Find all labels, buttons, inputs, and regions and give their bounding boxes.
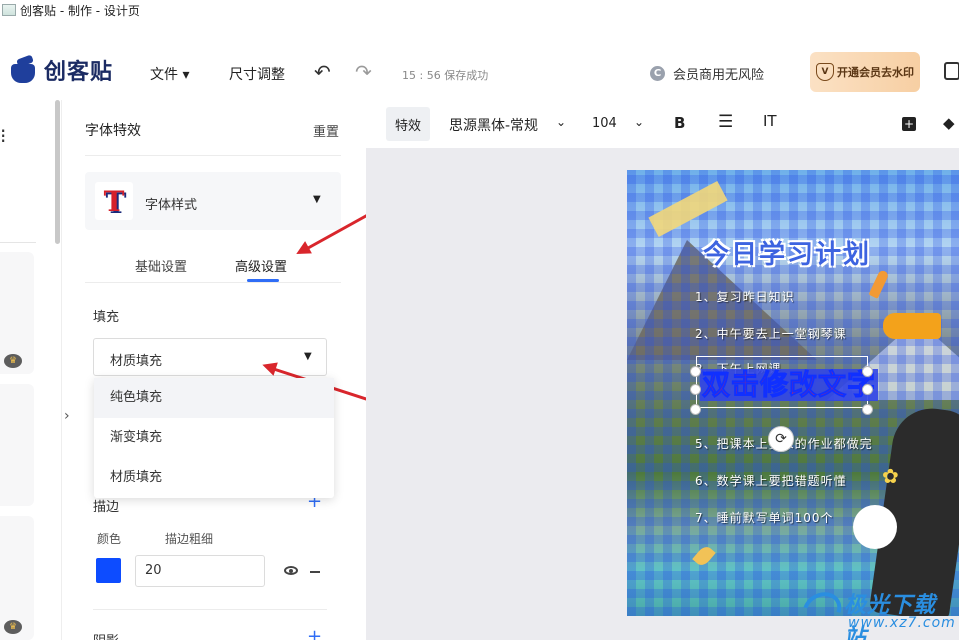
fill-type-dropdown: 纯色填充 渐变填充 材质填充 xyxy=(94,378,334,498)
design-canvas[interactable]: 今日学习计划 1、复习昨日知识 2、中午要去上一堂钢琴课 3、下午上网课 5、把… xyxy=(366,148,959,640)
fill-section-label: 填充 xyxy=(93,310,120,325)
watermark-url: www.xz7.com xyxy=(848,615,956,631)
rotate-icon[interactable]: ⟳ xyxy=(768,426,794,452)
undo-icon[interactable]: ↶ xyxy=(314,62,331,82)
font-size-select[interactable]: 104 xyxy=(592,116,617,131)
resize-handle[interactable] xyxy=(862,384,873,395)
window-title: 创客贴 - 制作 - 设计页 xyxy=(20,3,140,18)
template-thumbnail[interactable] xyxy=(0,384,34,506)
logo-icon xyxy=(8,54,40,85)
panel-divider xyxy=(85,155,341,156)
tab-advanced-settings[interactable]: 高级设置 xyxy=(235,256,287,275)
template-thumbnail[interactable]: ♛ xyxy=(0,516,34,640)
effect-button[interactable]: 特效 xyxy=(386,107,430,141)
fill-option-texture[interactable]: 材质填充 xyxy=(94,458,334,498)
layers-icon[interactable]: ◆ xyxy=(943,114,955,132)
poster-title[interactable]: 今日学习计划 xyxy=(703,234,871,271)
text-effect-panel: 字体特效 重置 T 字体样式 ▼ 基础设置 高级设置 填充 材质填充 ▼ 纯色填… xyxy=(70,100,366,640)
plan-item[interactable]: 6、数学课上要把错题听懂 xyxy=(695,472,847,489)
site-watermark: 极光下载站 www.xz7.com xyxy=(796,585,956,640)
app-window-icon xyxy=(2,4,16,16)
font-family-select[interactable]: 思源黑体-常规 xyxy=(449,115,538,135)
add-layer-icon[interactable]: + xyxy=(902,117,916,131)
fill-type-select[interactable]: 材质填充 ▼ xyxy=(93,338,327,376)
stroke-color-swatch[interactable] xyxy=(96,558,121,583)
strip-scrollbar[interactable] xyxy=(55,100,60,244)
font-style-thumbnail: T xyxy=(95,182,133,220)
strip-divider xyxy=(0,242,36,243)
align-center-icon[interactable]: ☰ xyxy=(718,112,733,132)
resize-handle[interactable] xyxy=(862,366,873,377)
tab-basic-settings[interactable]: 基础设置 xyxy=(135,256,187,275)
chevron-down-icon[interactable]: ⌄ xyxy=(556,115,566,129)
shadow-section-label: 阴影 xyxy=(93,630,119,640)
fill-option-solid[interactable]: 纯色填充 xyxy=(94,378,334,418)
stroke-width-input[interactable]: 20 xyxy=(135,555,265,587)
tab-divider xyxy=(85,282,341,283)
section-divider xyxy=(93,609,327,610)
window-titlebar: 创客贴 - 制作 - 设计页 xyxy=(0,0,959,20)
plan-item[interactable]: 2、中午要去上一堂钢琴课 xyxy=(695,325,847,342)
plan-item[interactable]: 1、复习昨日知识 xyxy=(695,288,795,305)
caret-down-icon: ▼ xyxy=(304,351,312,362)
fill-select-value: 材质填充 xyxy=(110,354,163,369)
watermark-brand: 极光下载站 xyxy=(844,593,937,640)
add-shadow-plus-icon[interactable]: + xyxy=(307,626,322,640)
font-style-label: 字体样式 xyxy=(145,198,198,213)
resize-handle[interactable] xyxy=(690,404,701,415)
pointing-hand-sticker xyxy=(883,313,941,339)
text-toolbar: 特效 思源黑体-常规 ⌄ 104 ⌄ B ☰ IT + ◆ xyxy=(366,100,959,148)
redo-icon[interactable]: ↷ xyxy=(355,62,372,82)
member-note-label: 会员商用无风险 xyxy=(673,68,765,83)
remove-stroke-minus-icon[interactable] xyxy=(310,571,320,573)
vip-icon: V xyxy=(816,63,834,81)
stroke-section-label: 描边 xyxy=(93,500,120,515)
plan-item[interactable]: 7、睡前默写单词100个 xyxy=(695,509,834,526)
resize-handle[interactable] xyxy=(690,366,701,377)
menu-file[interactable]: 文件 ▾ xyxy=(150,64,189,84)
star-sticker: ✿ xyxy=(882,464,899,488)
menu-size-adjust[interactable]: 尺寸调整 xyxy=(229,64,285,84)
copyright-icon: C xyxy=(650,66,665,81)
member-commercial-note[interactable]: C 会员商用无风险 xyxy=(650,64,764,83)
panel-title: 字体特效 xyxy=(85,123,141,139)
reset-button[interactable]: 重置 xyxy=(313,121,339,140)
brand-logo[interactable]: 创客贴 xyxy=(8,54,113,86)
stroke-width-label: 描边粗细 xyxy=(165,532,214,546)
caret-down-icon: ▼ xyxy=(313,194,321,205)
resize-handle[interactable] xyxy=(862,404,873,415)
bunny-sticker xyxy=(853,505,897,549)
save-status: 15 : 56 保存成功 xyxy=(402,69,489,82)
letter-spacing-icon[interactable]: IT xyxy=(763,112,777,130)
crown-icon: ♛ xyxy=(4,354,22,368)
template-thumbnail[interactable]: ♛ xyxy=(0,252,34,374)
vip-button-label: 开通会员去水印 xyxy=(837,66,914,79)
resize-handle[interactable] xyxy=(690,384,701,395)
share-icon[interactable] xyxy=(944,62,959,80)
selected-text-element[interactable]: 双击修改文字 xyxy=(700,368,879,401)
collapse-panel-chevron-icon[interactable]: › xyxy=(64,408,70,424)
brand-name: 创客贴 xyxy=(44,60,114,85)
vip-remove-watermark-button[interactable]: V 开通会员去水印 xyxy=(810,52,920,92)
app-header: 创客贴 文件 ▾ 尺寸调整 ↶ ↷ 15 : 56 保存成功 C 会员商用无风险… xyxy=(0,44,959,100)
eye-icon[interactable] xyxy=(284,566,298,575)
chevron-down-icon[interactable]: ⌄ xyxy=(634,115,644,129)
bold-button[interactable]: B xyxy=(674,114,685,132)
crown-icon: ♛ xyxy=(4,620,22,634)
strip-header-icon: ⁝ xyxy=(0,124,7,148)
template-thumbnail-strip: ⁝ ♛ ♛ xyxy=(0,100,62,640)
fill-option-gradient[interactable]: 渐变填充 xyxy=(94,418,334,458)
watermark-logo-icon xyxy=(796,585,848,635)
stroke-color-label: 颜色 xyxy=(97,532,122,546)
font-style-selector[interactable]: T 字体样式 ▼ xyxy=(85,172,341,230)
